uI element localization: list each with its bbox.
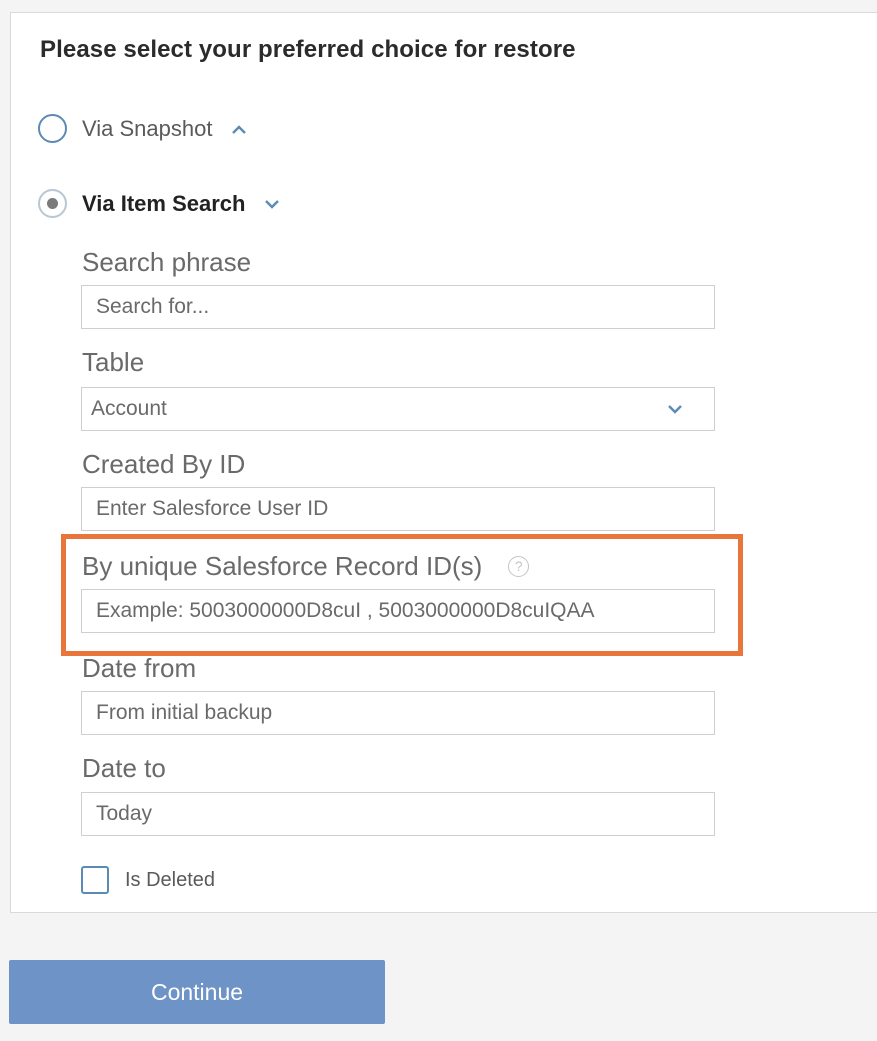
- record-ids-input[interactable]: Example: 5003000000D8cuI , 5003000000D8c…: [81, 589, 715, 633]
- record-ids-label-text: By unique Salesforce Record ID(s): [82, 551, 483, 581]
- table-label: Table: [82, 347, 145, 377]
- date-to-label: Date to: [82, 753, 166, 783]
- search-phrase-label: Search phrase: [82, 247, 252, 277]
- created-by-id-input[interactable]: Enter Salesforce User ID: [81, 487, 715, 531]
- created-by-id-label: Created By ID: [82, 449, 246, 479]
- continue-button[interactable]: Continue: [9, 960, 385, 1024]
- chevron-down-icon: [668, 405, 682, 414]
- help-icon[interactable]: ?: [508, 555, 530, 577]
- is-deleted-checkbox[interactable]: [81, 866, 109, 894]
- date-from-input[interactable]: From initial backup: [81, 691, 715, 735]
- option-via-item-search-label: Via Item Search: [82, 190, 246, 216]
- date-from-label: Date from: [82, 653, 197, 683]
- chevron-up-icon[interactable]: [230, 123, 248, 135]
- option-via-snapshot-label: Via Snapshot: [82, 115, 213, 141]
- table-select[interactable]: Account: [81, 387, 715, 431]
- record-ids-label: By unique Salesforce Record ID(s)?: [82, 551, 530, 582]
- option-via-snapshot[interactable]: Via Snapshot: [38, 114, 248, 143]
- chevron-down-icon[interactable]: [263, 198, 281, 210]
- table-select-value: Account: [91, 397, 167, 420]
- date-to-input[interactable]: Today: [81, 792, 715, 836]
- option-via-item-search[interactable]: Via Item Search: [38, 189, 281, 218]
- radio-via-snapshot[interactable]: [38, 114, 67, 143]
- radio-via-item-search[interactable]: [38, 189, 67, 218]
- is-deleted-label: Is Deleted: [125, 868, 216, 891]
- is-deleted-row[interactable]: Is Deleted: [81, 866, 215, 894]
- page-title: Please select your preferred choice for …: [40, 36, 576, 63]
- search-phrase-input[interactable]: Search for...: [81, 285, 715, 329]
